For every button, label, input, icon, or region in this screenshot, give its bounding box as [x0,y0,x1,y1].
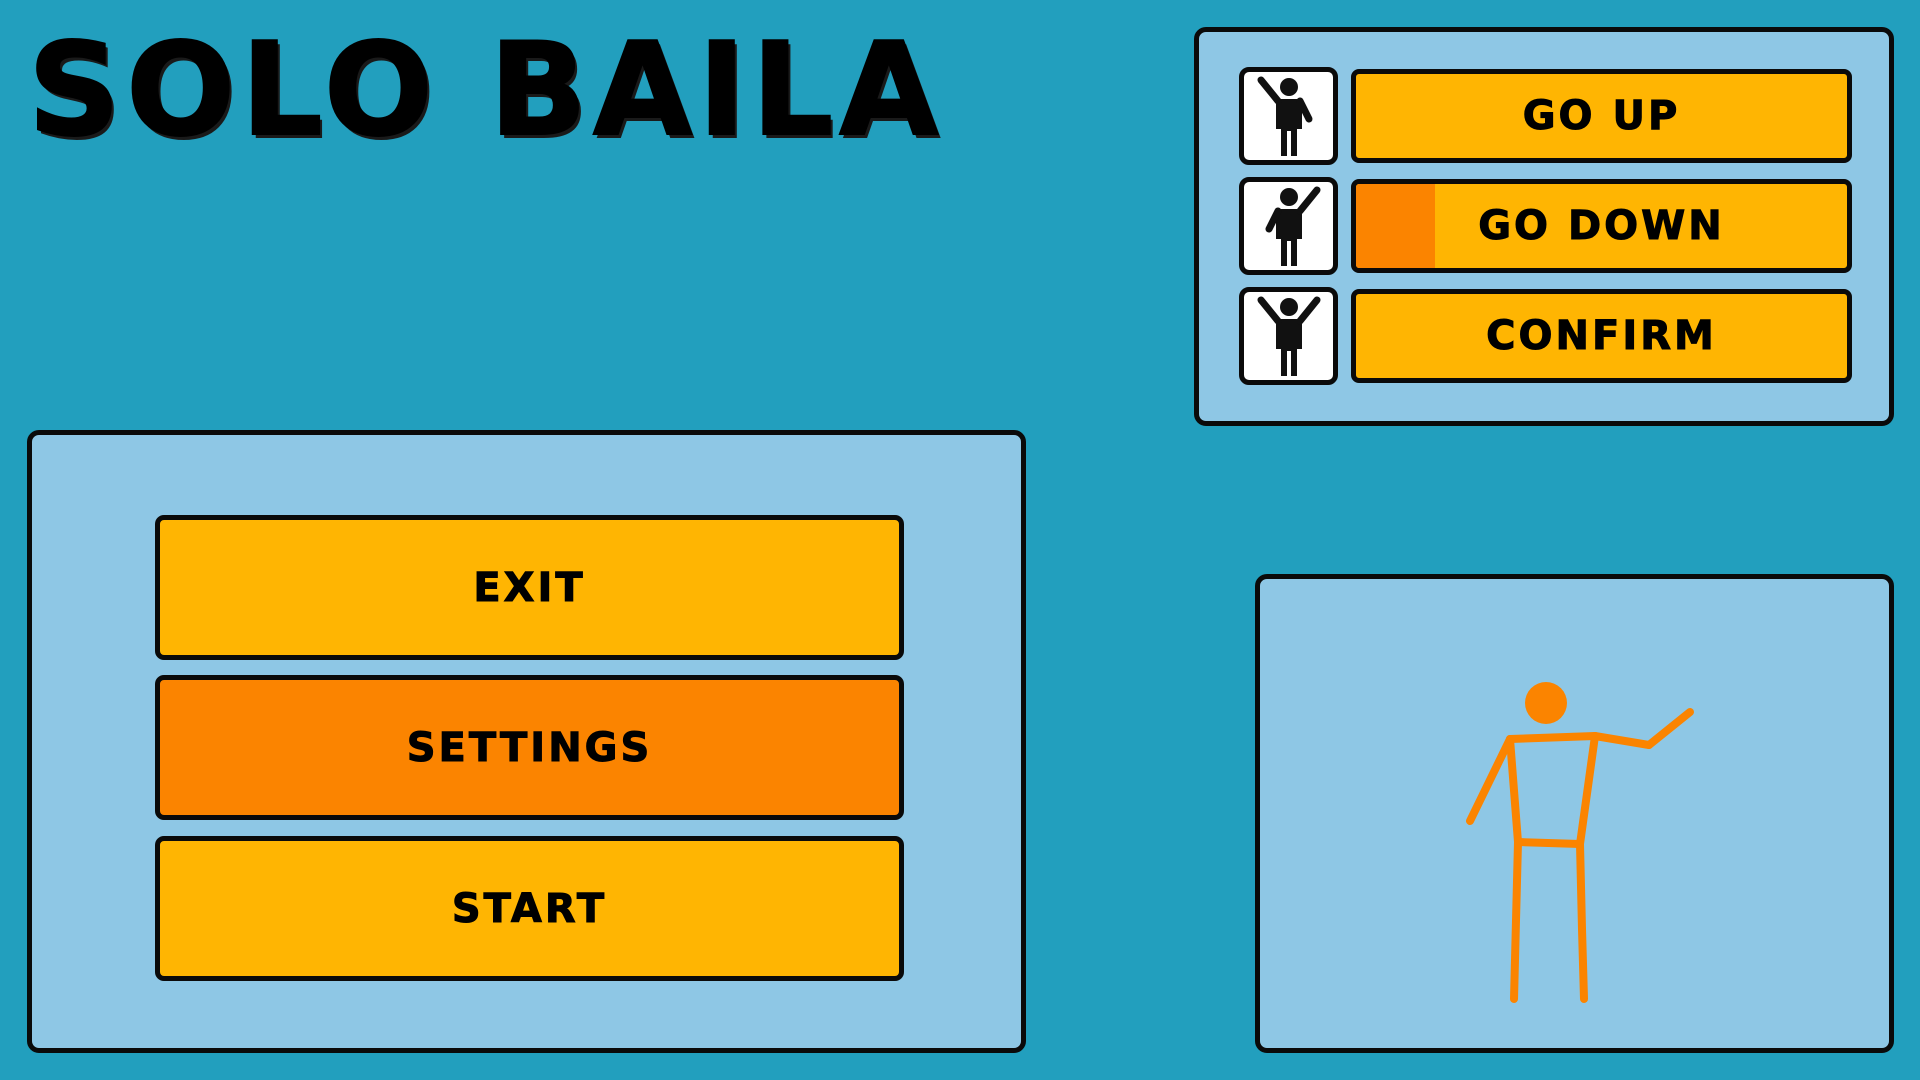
pose-preview-panel [1255,574,1894,1053]
control-row-go-down: GO DOWN [1239,177,1852,275]
go-down-button-label: GO DOWN [1478,203,1725,250]
game-screen: SOLO BAILA EXIT SETTINGS START GO UP GO … [0,0,1920,1080]
go-up-button[interactable]: GO UP [1351,69,1852,163]
main-menu-panel: EXIT SETTINGS START [27,430,1026,1053]
right-arm-raised-pose-icon [1239,67,1338,165]
start-button-label: START [451,885,608,932]
game-title: SOLO BAILA [27,15,945,166]
start-button[interactable]: START [155,836,904,981]
control-row-go-up: GO UP [1239,67,1852,165]
player-skeleton-avatar [1466,682,1694,1003]
both-arms-raised-pose-icon [1239,287,1338,385]
settings-button[interactable]: SETTINGS [155,675,904,820]
settings-button-label: SETTINGS [406,724,653,771]
pose-controls-panel: GO UP GO DOWN CONFIRM [1194,27,1894,426]
control-row-confirm: CONFIRM [1239,287,1852,385]
go-up-button-label: GO UP [1522,93,1681,140]
avatar-head [1525,682,1567,724]
exit-button[interactable]: EXIT [155,515,904,660]
exit-button-label: EXIT [473,564,586,611]
confirm-button[interactable]: CONFIRM [1351,289,1852,383]
go-down-button[interactable]: GO DOWN [1351,179,1852,273]
left-arm-raised-pose-icon [1239,177,1338,275]
go-down-progress-fill [1356,184,1435,268]
confirm-button-label: CONFIRM [1486,313,1717,360]
